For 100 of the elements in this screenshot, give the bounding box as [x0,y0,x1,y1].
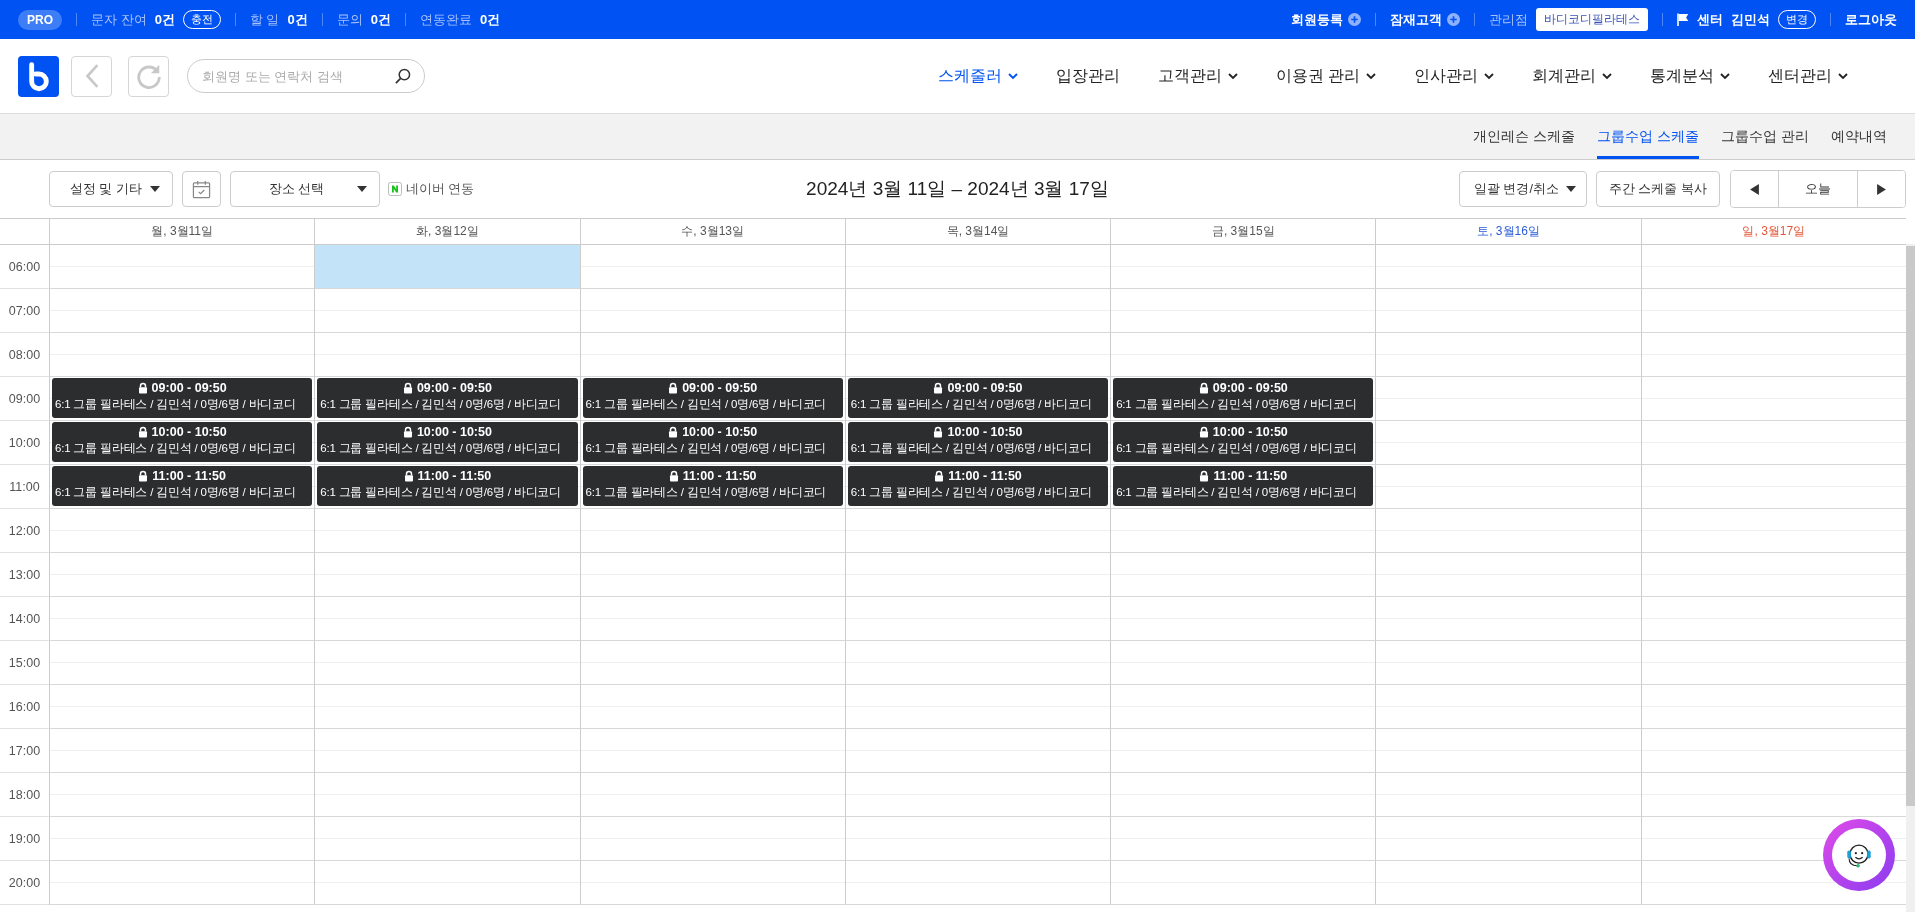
nav-menu-item[interactable]: 고객관리 [1138,65,1257,87]
event-title: 6:1 그룹 필라테스 / 김민석 / 0명/6명 / 바디코디 [850,485,1093,500]
event-time: 11:00 - 11:50 [1213,468,1288,484]
event-title: 6:1 그룹 필라테스 / 김민석 / 0명/6명 / 바디코디 [850,441,1093,456]
stat-value: 0건 [479,10,501,29]
event-title: 6:1 그룹 필라테스 / 김민석 / 0명/6명 / 바디코디 [1116,441,1358,456]
sub-tab[interactable]: 그룹수업 관리 [1721,114,1809,159]
day-header: 일, 3월17일 [1640,219,1906,245]
search-field[interactable]: 회원명 또는 연락처 검색 [187,59,425,93]
lock-icon [137,382,148,394]
lock-icon [138,470,149,482]
lock-icon [1198,426,1209,438]
chevron-down-icon [1602,72,1612,80]
plus-circle-icon[interactable] [1447,13,1460,26]
plus-circle-icon[interactable] [1348,13,1361,26]
logo-icon[interactable] [18,55,59,97]
event-time: 09:00 - 09:50 [682,380,758,396]
event-time: 09:00 - 09:50 [947,380,1023,396]
time-label: 20:00 [8,875,41,890]
event-time: 10:00 - 10:50 [1212,424,1288,440]
today-button[interactable]: 오늘 [1778,171,1858,207]
selected-time-slot[interactable] [314,245,580,289]
stat-label: 문자 잔여 [91,10,147,29]
chevron-down-icon [1007,72,1018,80]
nav-menu-item[interactable]: 통계분석 [1631,65,1749,87]
time-label: 15:00 [8,655,41,670]
event-time: 11:00 - 11:50 [152,468,226,484]
event-title: 6:1 그룹 필라테스 / 김민석 / 0명/6명 / 바디코디 [55,397,297,412]
event-title: 6:1 그룹 필라테스 / 김민석 / 0명/6명 / 바디코디 [585,397,828,412]
event-time: 11:00 - 11:50 [948,468,1022,484]
time-label: 11:00 [9,479,40,494]
chevron-down-icon [1484,72,1494,80]
nav-menu-item[interactable]: 인사관리 [1395,65,1513,87]
lock-icon [402,382,413,394]
refresh-button[interactable] [128,55,169,97]
place-dropdown[interactable]: 장소 선택 [230,171,380,207]
time-label: 17:00 [8,743,41,758]
back-button[interactable] [71,55,112,97]
calendar-button[interactable] [182,171,221,207]
branch-button[interactable]: 바디코디필라테스 [1536,8,1648,31]
lock-icon [933,382,944,394]
lock-icon [402,426,413,438]
stat-value: 0건 [370,10,391,29]
event-title: 6:1 그룹 필라테스 / 김민석 / 0명/6명 / 바디코디 [585,441,828,456]
lock-icon [137,426,148,438]
lock-icon [934,470,945,482]
lock-icon [1199,470,1210,482]
settings-dropdown[interactable]: 설정 및 기타 [49,171,173,207]
sub-tab[interactable]: 개인레슨 스케줄 [1473,114,1576,159]
branch-label: 관리점 [1489,10,1528,29]
event-time: 10:00 - 10:50 [947,424,1023,440]
sub-tab[interactable]: 그룹수업 스케줄 [1597,114,1700,159]
event-time: 09:00 - 09:50 [151,380,227,396]
date-range-title: 2024년 3월 11일 – 2024년 3월 17일 [806,177,1109,201]
center-label: 센터 [1697,10,1723,29]
event-time: 10:00 - 10:50 [682,424,758,440]
search-icon[interactable] [394,68,411,85]
chevron-down-icon [1720,72,1730,80]
naver-link-label[interactable]: 네이버 연동 [406,180,475,198]
scrollbar[interactable] [1906,244,1915,912]
event-time: 09:00 - 09:50 [1212,380,1288,396]
nav-menu-item[interactable]: 스케줄러 [918,65,1037,87]
event-time: 11:00 - 11:50 [682,468,757,484]
stat-label: 연동완료 [419,10,472,29]
day-header: 수, 3월13일 [579,219,845,245]
event-title: 6:1 그룹 필라테스 / 김민석 / 0명/6명 / 바디코디 [320,441,562,456]
time-label: 06:00 [8,259,41,274]
event-time: 10:00 - 10:50 [151,424,227,440]
sub-tab[interactable]: 예약내역 [1831,114,1887,159]
logout-link[interactable]: 로그아웃 [1845,10,1897,29]
chevron-down-icon [1366,72,1376,80]
user-name: 김민석 [1731,10,1770,29]
nav-menu-item[interactable]: 입장관리 [1036,65,1139,87]
nav-menu-item[interactable]: 센터관리 [1749,65,1867,87]
time-label: 16:00 [8,699,41,714]
top-link[interactable]: 잠재고객 [1390,10,1442,29]
day-header: 월, 3월11일 [49,219,315,245]
nav-menu-item[interactable]: 이용권 관리 [1256,65,1395,87]
stat-label: 문의 [336,10,363,29]
copy-week-button[interactable]: 주간 스케줄 복사 [1596,171,1720,207]
lock-icon [933,426,944,438]
day-header: 토, 3월16일 [1375,219,1641,245]
stat-label: 할 일 [249,10,280,29]
event-title: 6:1 그룹 필라테스 / 김민석 / 0명/6명 / 바디코디 [320,485,562,500]
bulk-change-dropdown[interactable]: 일괄 변경/취소 [1459,171,1587,207]
event-title: 6:1 그룹 필라테스 / 김민석 / 0명/6명 / 바디코디 [55,441,297,456]
nav-menu-item[interactable]: 회계관리 [1513,65,1631,87]
event-time: 09:00 - 09:50 [416,380,492,396]
time-label: 19:00 [8,831,41,846]
time-label: 08:00 [8,347,41,362]
stat-value: 0건 [154,10,175,29]
time-slot[interactable] [1640,861,1906,905]
time-label: 12:00 [8,523,41,538]
top-link[interactable]: 회원등록 [1291,10,1343,29]
event-time: 11:00 - 11:50 [417,468,492,484]
event-title: 6:1 그룹 필라테스 / 김민석 / 0명/6명 / 바디코디 [585,485,828,500]
time-label: 09:00 [8,391,41,406]
triangle-down-icon [1566,186,1576,192]
lock-icon [403,470,414,482]
event-title: 6:1 그룹 필라테스 / 김민석 / 0명/6명 / 바디코디 [850,397,1093,412]
